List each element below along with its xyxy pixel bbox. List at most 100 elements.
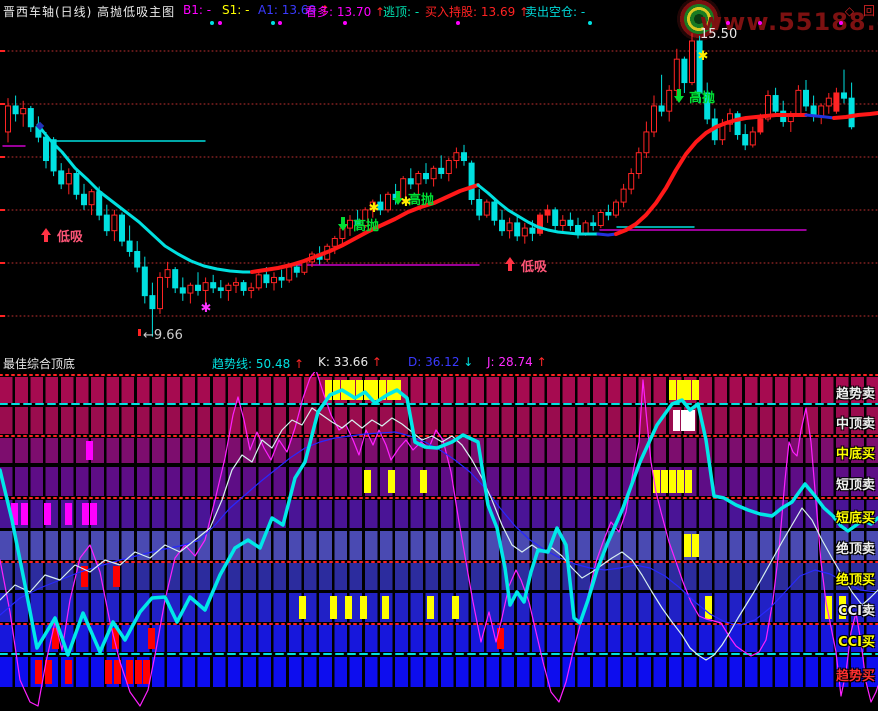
candle-body [795,89,802,115]
candle-body [12,105,19,115]
chart-text: 高抛 [689,90,715,106]
candle-body [529,227,536,234]
candle-body [96,191,103,216]
chart-text: ✱ [401,195,412,210]
signal-dot [758,21,762,25]
low-tick [138,329,141,336]
trend-arrow-icon: ↑ [532,355,547,369]
chart-text: ✱ [201,301,212,316]
candle-body [415,173,422,185]
candle-body [157,276,163,310]
candle-body [582,222,589,234]
candle-body [58,170,65,185]
candle-body [628,173,635,190]
indicator-line-J [0,369,878,707]
indicator-readout-item: 逃顶: - [383,5,420,19]
candle-body [772,95,779,112]
candle-body [514,222,521,237]
candle-body [689,40,695,84]
candle-body [248,287,255,291]
candle-body [605,211,612,216]
ma-line [804,113,836,120]
candle-body [537,214,543,234]
diamond-icon[interactable]: ◇ [845,4,854,18]
restore-icon[interactable]: 回 [863,4,875,18]
candle-body [461,152,467,162]
candle-body [73,173,80,195]
candle-body [818,105,825,117]
axis-tick [0,103,5,105]
buy-arrow-icon [505,257,515,271]
sell-arrow-icon [674,89,684,103]
candle-body [521,227,528,237]
buy-arrow-icon [41,228,51,242]
candle-body [286,266,293,281]
indicator-value-item: D: 36.12 ↓ [408,355,474,369]
candle-body [202,282,209,291]
candle-body [742,134,749,146]
candle-body [590,222,597,226]
candle-body [5,105,11,133]
window-icons: ◇ 回 [840,2,875,19]
axis-tick [0,209,5,211]
axis-tick [0,50,5,52]
main-chart-header: 晋西车轴(日线) 高抛低吸主图 B1: - S1: - A1: 13.69 ↑ 看多:… [0,0,878,20]
candle-body [210,282,217,289]
candle-body [271,276,277,284]
indicator-line-D [0,431,878,626]
candle-body [407,178,414,185]
candle-body [111,214,118,232]
candle-body [749,131,756,146]
candle-body [225,284,232,291]
chart-text: 低吸 [56,229,84,245]
candle-body [347,219,353,229]
signal-dot [210,21,214,25]
candle-body [423,173,429,180]
candle-body [278,276,285,281]
candle-body [803,89,809,107]
signal-dot [456,21,460,25]
indicator-readout-item: 卖出空仓: - [525,5,586,19]
trend-arrow-icon: ↑ [290,357,305,371]
indicator-readout-item: 买入持股: 13.69 ↑ [425,5,530,19]
candle-body [81,193,87,206]
indicator-readout-item: S1: - [222,3,250,17]
ma-line [36,123,254,274]
chart-text: 高抛 [408,192,434,208]
indicator-readout-item: 看多: 13.70 ↑ [305,5,386,19]
candle-body [506,222,513,232]
candle-body [445,160,452,175]
candle-body [673,58,680,91]
chart-text: 15.50 [700,27,737,42]
indicator-panel-header: 最佳综合顶底 趋势线: 50.48 ↑ K: 33.66 ↑ D: 36.12 ↓ J… [0,352,878,372]
candle-body [597,211,604,226]
signal-dot [726,21,730,25]
candle-body [567,219,574,226]
candle-body [164,269,171,278]
candle-body [499,219,505,232]
candle-body [134,250,141,268]
candle-body [757,118,764,133]
candle-body [544,209,551,216]
ma-line [596,232,618,237]
chart-text: ←9.66 [143,328,183,343]
candle-body [666,89,673,112]
candle-body [559,219,566,226]
candle-body [149,295,156,310]
candle-body [613,201,619,216]
candle-body [172,269,179,289]
chart-text: 低吸 [520,259,548,275]
candle-body [681,58,688,84]
candle-body [658,105,665,112]
candle-body [575,224,581,234]
candle-body [255,274,262,289]
candle-body [833,92,840,112]
app-window: 晋西车轴(日线) 高抛低吸主图 B1: - S1: - A1: 13.69 ↑ 看多:… [0,0,878,711]
candle-body [552,209,559,226]
candle-body [65,173,72,185]
chart-text: ✱ [369,201,380,216]
candle-body [43,136,49,162]
candle-body [620,188,627,203]
candle-body [20,108,27,115]
indicator-readout-item: B1: - [183,3,212,17]
